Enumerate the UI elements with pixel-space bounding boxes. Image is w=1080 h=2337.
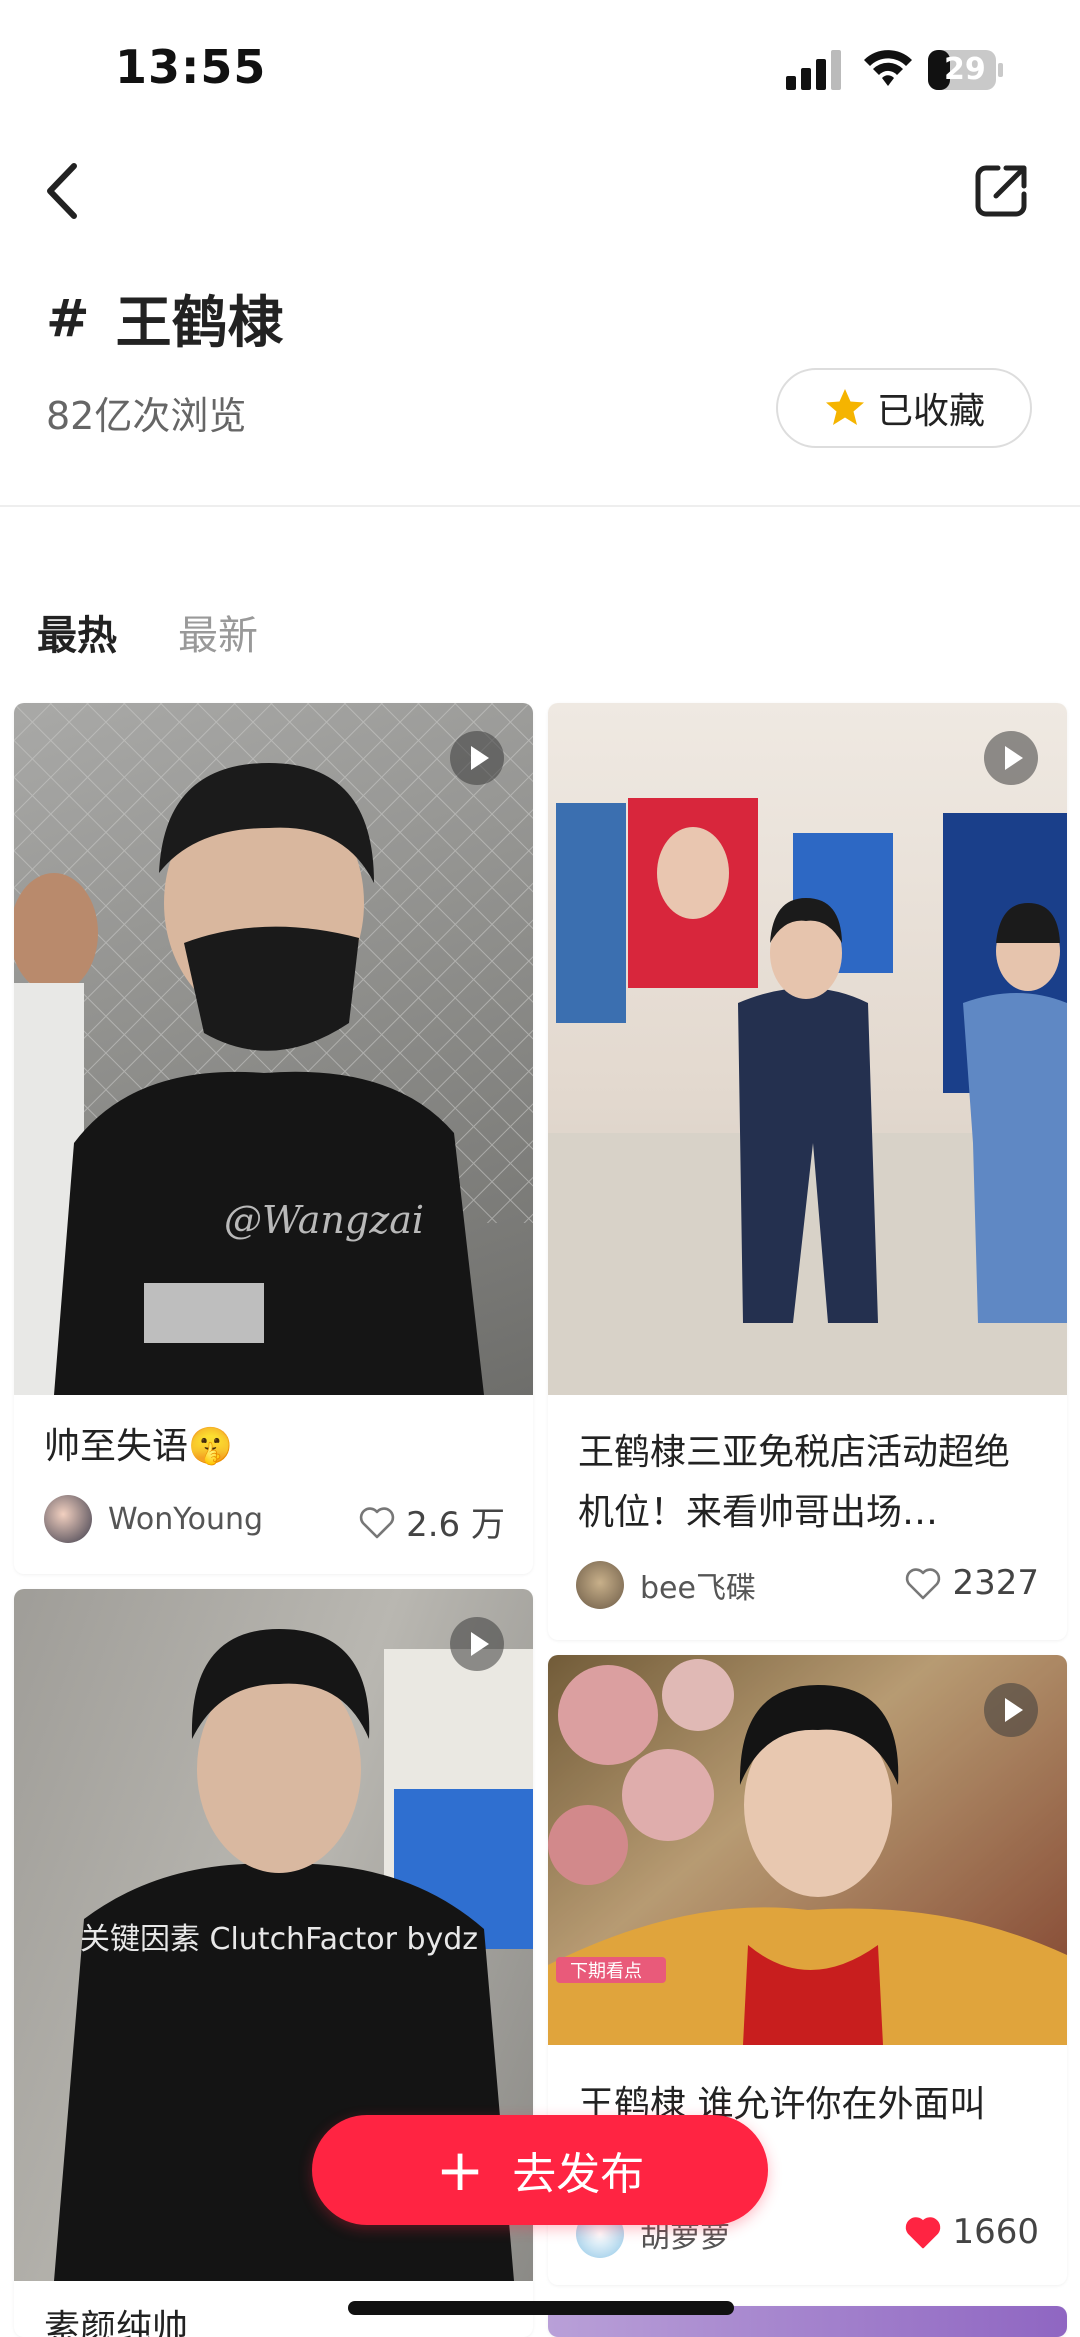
post-title: 素颜纯帅: [44, 2308, 189, 2337]
battery-indicator: 29: [928, 50, 1004, 90]
plus-icon: +: [435, 2136, 485, 2204]
heart-icon: [359, 1506, 395, 1538]
play-icon: [984, 1683, 1038, 1737]
post-author[interactable]: bee飞碟: [576, 1561, 756, 1609]
photo-illustration: [548, 798, 1067, 1395]
like-count: 2.6 万: [406, 1505, 505, 1545]
author-name: WonYoung: [108, 1501, 264, 1537]
favorite-label: 已收藏: [876, 391, 985, 432]
topic-title: 王鹤棣: [115, 291, 284, 356]
like-button[interactable]: 1660: [904, 2212, 1039, 2252]
shirt-text: 关键因素 ClutchFactor bydz: [80, 1922, 478, 1957]
share-icon[interactable]: [972, 160, 1032, 220]
avatar: [44, 1495, 92, 1543]
author-name: bee飞碟: [640, 1571, 756, 1606]
status-time: 13:55: [115, 40, 267, 94]
like-button[interactable]: 2327: [904, 1563, 1039, 1603]
post-card[interactable]: @Wangzai 帅至失语🤫 WonYoung 2.6 万: [14, 703, 533, 1574]
photo-illustration: @Wangzai: [14, 703, 533, 1395]
post-author[interactable]: WonYoung: [44, 1495, 263, 1543]
favorite-button[interactable]: 已收藏: [776, 368, 1032, 448]
post-card[interactable]: 王鹤棣三亚免税店活动超绝机位！来看帅哥出场… bee飞碟 2327: [548, 703, 1067, 1640]
divider: [0, 505, 1080, 507]
home-indicator[interactable]: [348, 2301, 734, 2315]
post-image: 下期看点: [548, 1655, 1067, 2045]
heart-icon: [906, 2217, 941, 2249]
like-count: 1660: [952, 2212, 1039, 2252]
play-icon: [984, 731, 1038, 785]
signal-icon: [786, 50, 841, 90]
hashtag-symbol: #: [46, 288, 90, 349]
photo-watermark: @Wangzai: [224, 1198, 424, 1242]
post-title: 帅至失语🤫: [44, 1426, 233, 1467]
publish-label: 去发布: [512, 2149, 645, 2200]
play-icon: [450, 1617, 504, 1671]
topic-header: # 王鹤棣: [46, 278, 284, 359]
tab-new[interactable]: 最新: [178, 603, 258, 661]
post-title: 王鹤棣三亚免税店活动超绝机位！来看帅哥出场…: [578, 1432, 1011, 1533]
post-image: [548, 703, 1067, 1395]
avatar: [576, 1561, 624, 1609]
like-button[interactable]: 2.6 万: [358, 1497, 505, 1546]
play-icon: [450, 731, 504, 785]
battery-level: 29: [944, 52, 986, 87]
post-image: @Wangzai: [14, 703, 533, 1395]
like-count: 2327: [952, 1563, 1039, 1603]
tab-hot[interactable]: 最热: [37, 603, 117, 661]
star-icon: [825, 389, 864, 425]
video-overlay-text: 下期看点: [570, 1961, 642, 1982]
wifi-icon: [864, 50, 912, 86]
heart-icon: [906, 1568, 941, 1600]
view-count: 82亿次浏览: [46, 394, 247, 438]
publish-button[interactable]: + 去发布: [312, 2115, 768, 2225]
back-icon[interactable]: [40, 160, 86, 222]
